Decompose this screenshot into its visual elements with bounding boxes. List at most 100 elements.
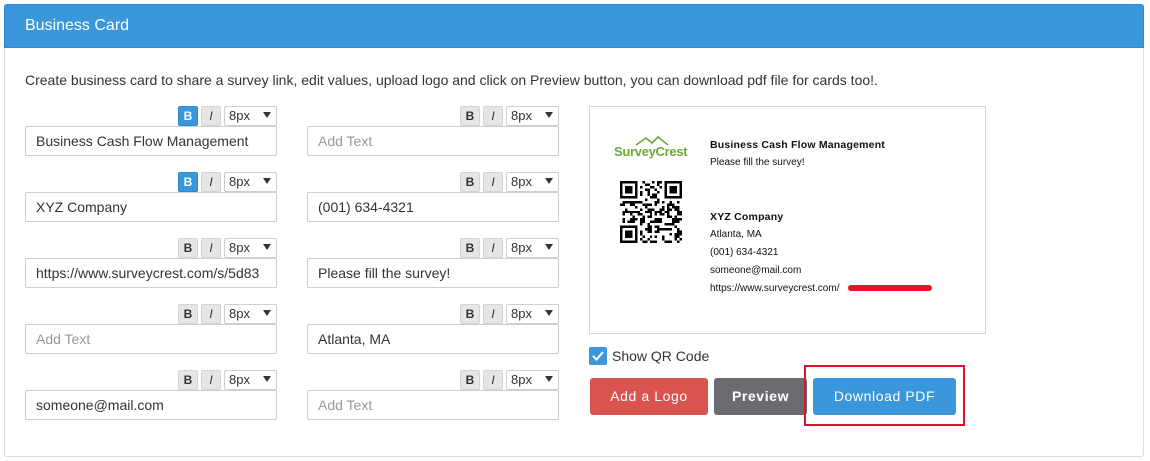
caret-down-icon <box>263 376 271 382</box>
card-field-3: B I 8px XYZ Company <box>25 172 277 232</box>
show-qr-toggle[interactable]: Show QR Code <box>589 346 709 366</box>
card-field-4: B I 8px (001) 634-4321 <box>307 172 559 232</box>
text-input[interactable]: Add Text <box>307 126 559 156</box>
bold-button[interactable]: B <box>460 304 480 324</box>
font-size-value: 8px <box>229 108 250 123</box>
font-size-select[interactable]: 8px <box>506 370 559 390</box>
font-size-value: 8px <box>511 174 532 189</box>
qr-code <box>620 181 682 243</box>
card-title: Business Cash Flow Management <box>710 139 886 151</box>
font-size-value: 8px <box>511 372 532 387</box>
text-input[interactable]: https://www.surveycrest.com/s/5d83 <box>25 258 277 288</box>
caret-down-icon <box>263 244 271 250</box>
caret-down-icon <box>545 310 553 316</box>
bold-button[interactable]: B <box>460 370 480 390</box>
font-size-value: 8px <box>511 306 532 321</box>
bold-button[interactable]: B <box>178 304 198 324</box>
instructions-text: Create business card to share a survey l… <box>25 72 878 88</box>
italic-button[interactable]: I <box>201 304 221 324</box>
format-toolbar: B I 8px <box>460 238 559 258</box>
format-toolbar: B I 8px <box>178 370 277 390</box>
format-toolbar: B I 8px <box>178 172 277 192</box>
italic-button[interactable]: I <box>201 172 221 192</box>
font-size-value: 8px <box>229 306 250 321</box>
format-toolbar: B I 8px <box>460 304 559 324</box>
text-input[interactable]: (001) 634-4321 <box>307 192 559 222</box>
add-logo-button[interactable]: Add a Logo <box>590 378 708 415</box>
italic-button[interactable]: I <box>483 238 503 258</box>
font-size-select[interactable]: 8px <box>506 238 559 258</box>
caret-down-icon <box>545 178 553 184</box>
business-card-preview: SurveyCrest Business Cash Flow Managemen… <box>589 106 986 334</box>
card-field-7: B I 8px Add Text <box>25 304 277 364</box>
text-input[interactable]: Add Text <box>307 390 559 420</box>
caret-down-icon <box>263 178 271 184</box>
font-size-select[interactable]: 8px <box>224 304 277 324</box>
text-input[interactable]: Please fill the survey! <box>307 258 559 288</box>
show-qr-checkbox[interactable] <box>589 347 607 365</box>
caret-down-icon <box>263 112 271 118</box>
preview-button[interactable]: Preview <box>714 378 807 415</box>
card-field-5: B I 8px https://www.surveycrest.com/s/5d83 <box>25 238 277 298</box>
font-size-select[interactable]: 8px <box>224 370 277 390</box>
card-field-9: B I 8px someone@mail.com <box>25 370 277 430</box>
caret-down-icon <box>545 112 553 118</box>
format-toolbar: B I 8px <box>460 370 559 390</box>
italic-button[interactable]: I <box>483 172 503 192</box>
text-input[interactable]: Business Cash Flow Management <box>25 126 277 156</box>
card-email: someone@mail.com <box>710 265 802 276</box>
font-size-select[interactable]: 8px <box>224 172 277 192</box>
card-field-2: B I 8px Add Text <box>307 106 559 166</box>
bold-button[interactable]: B <box>178 106 198 126</box>
format-toolbar: B I 8px <box>178 106 277 126</box>
caret-down-icon <box>545 376 553 382</box>
font-size-value: 8px <box>511 108 532 123</box>
download-pdf-button[interactable]: Download PDF <box>813 378 956 415</box>
card-company: XYZ Company <box>710 211 784 223</box>
format-toolbar: B I 8px <box>178 238 277 258</box>
format-toolbar: B I 8px <box>460 172 559 192</box>
italic-button[interactable]: I <box>201 370 221 390</box>
text-input[interactable]: Atlanta, MA <box>307 324 559 354</box>
caret-down-icon <box>545 244 553 250</box>
bold-button[interactable]: B <box>178 238 198 258</box>
card-field-1: B I 8px Business Cash Flow Management <box>25 106 277 166</box>
bold-button[interactable]: B <box>178 172 198 192</box>
card-location: Atlanta, MA <box>710 229 762 240</box>
font-size-value: 8px <box>229 240 250 255</box>
card-field-6: B I 8px Please fill the survey! <box>307 238 559 298</box>
italic-button[interactable]: I <box>201 238 221 258</box>
font-size-select[interactable]: 8px <box>224 238 277 258</box>
card-field-8: B I 8px Atlanta, MA <box>307 304 559 364</box>
bold-button[interactable]: B <box>460 172 480 192</box>
show-qr-label: Show QR Code <box>612 348 710 364</box>
font-size-value: 8px <box>229 372 250 387</box>
checkmark-icon <box>592 351 604 361</box>
card-field-10: B I 8px Add Text <box>307 370 559 430</box>
bold-button[interactable]: B <box>460 106 480 126</box>
font-size-value: 8px <box>511 240 532 255</box>
font-size-select[interactable]: 8px <box>506 172 559 192</box>
redaction-mark <box>848 285 932 291</box>
card-subtitle: Please fill the survey! <box>710 157 805 168</box>
italic-button[interactable]: I <box>483 370 503 390</box>
italic-button[interactable]: I <box>483 106 503 126</box>
italic-button[interactable]: I <box>483 304 503 324</box>
font-size-select[interactable]: 8px <box>506 106 559 126</box>
font-size-select[interactable]: 8px <box>224 106 277 126</box>
font-size-select[interactable]: 8px <box>506 304 559 324</box>
panel-header: Business Card <box>4 4 1144 48</box>
surveycrest-logo: SurveyCrest <box>614 135 688 163</box>
italic-button[interactable]: I <box>201 106 221 126</box>
bold-button[interactable]: B <box>178 370 198 390</box>
text-input[interactable]: XYZ Company <box>25 192 277 222</box>
bold-button[interactable]: B <box>460 238 480 258</box>
panel-title: Business Card <box>25 17 130 34</box>
format-toolbar: B I 8px <box>460 106 559 126</box>
caret-down-icon <box>263 310 271 316</box>
text-input[interactable]: Add Text <box>25 324 277 354</box>
font-size-value: 8px <box>229 174 250 189</box>
text-input[interactable]: someone@mail.com <box>25 390 277 420</box>
card-phone: (001) 634-4321 <box>710 247 779 258</box>
format-toolbar: B I 8px <box>178 304 277 324</box>
